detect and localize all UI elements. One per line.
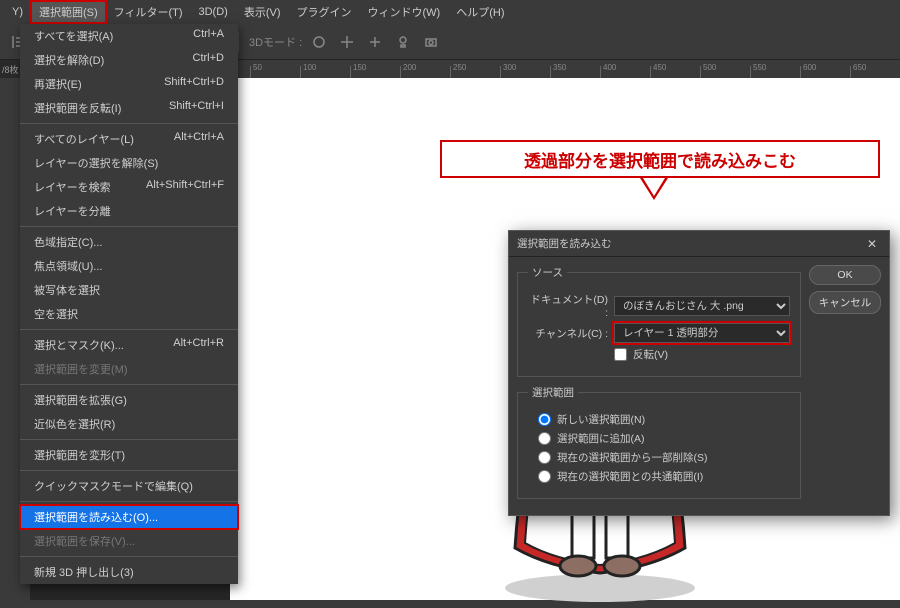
range-fieldset: 選択範囲 新しい選択範囲(N) 選択範囲に追加(A) 現在の選択範囲から一部削除(S… <box>517 385 801 499</box>
menu-plugin[interactable]: プラグイン <box>289 1 360 23</box>
menu-item[interactable]: すべてを選択(A)Ctrl+A <box>20 24 238 48</box>
menu-item[interactable]: クイックマスクモードで編集(Q) <box>20 474 238 498</box>
menu-item[interactable]: 選択範囲を変形(T) <box>20 443 238 467</box>
radio-label: 選択範囲に追加(A) <box>557 431 645 446</box>
menu-item[interactable]: レイヤーを検索Alt+Shift+Ctrl+F <box>20 175 238 199</box>
menu-edge[interactable]: Y) <box>4 3 31 21</box>
close-icon[interactable]: ✕ <box>867 237 881 251</box>
radio-input[interactable] <box>538 470 551 483</box>
orbit-icon[interactable] <box>308 31 330 53</box>
dialog-titlebar[interactable]: 選択範囲を読み込む ✕ <box>509 231 889 257</box>
ok-button[interactable]: OK <box>809 265 881 285</box>
radio-row: 新しい選択範囲(N) <box>538 412 790 427</box>
menu-select[interactable]: 選択範囲(S) <box>31 1 106 23</box>
menu-item[interactable]: 選択範囲を読み込む(O)... <box>20 505 238 529</box>
menu-item[interactable]: 選択範囲を保存(V)... <box>20 529 238 553</box>
menu-item[interactable]: 選択範囲を変更(M) <box>20 357 238 381</box>
document-label: ドキュメント(D) : <box>528 292 608 319</box>
menu-item[interactable]: すべてのレイヤー(L)Alt+Ctrl+A <box>20 127 238 151</box>
menu-item[interactable]: 空を選択 <box>20 302 238 326</box>
annotation-arrow <box>640 178 668 200</box>
radio-label: 現在の選択範囲との共通範囲(I) <box>557 469 703 484</box>
invert-checkbox[interactable] <box>614 348 627 361</box>
menu-view[interactable]: 表示(V) <box>236 1 289 23</box>
radio-label: 新しい選択範囲(N) <box>557 412 645 427</box>
dolly-icon[interactable] <box>364 31 386 53</box>
radio-row: 現在の選択範囲との共通範囲(I) <box>538 469 790 484</box>
menu-item[interactable]: 被写体を選択 <box>20 278 238 302</box>
light-icon[interactable] <box>392 31 414 53</box>
menu-3d[interactable]: 3D(D) <box>191 3 236 21</box>
range-legend: 選択範囲 <box>528 385 578 400</box>
radio-row: 現在の選択範囲から一部削除(S) <box>538 450 790 465</box>
select-menu-dropdown: すべてを選択(A)Ctrl+A選択を解除(D)Ctrl+D再選択(E)Shift… <box>20 24 238 584</box>
invert-label: 反転(V) <box>633 347 668 362</box>
source-legend: ソース <box>528 265 567 280</box>
menu-item[interactable]: 焦点領域(U)... <box>20 254 238 278</box>
menu-item[interactable]: 選択とマスク(K)...Alt+Ctrl+R <box>20 333 238 357</box>
document-select[interactable]: のぼきんおじさん 大 .png <box>614 296 790 316</box>
menu-item[interactable]: レイヤーを分離 <box>20 199 238 223</box>
source-fieldset: ソース ドキュメント(D) : のぼきんおじさん 大 .png チャンネル(C)… <box>517 265 801 377</box>
pan-icon[interactable] <box>336 31 358 53</box>
menu-item[interactable]: 選択範囲を反転(I)Shift+Ctrl+I <box>20 96 238 120</box>
radio-input[interactable] <box>538 413 551 426</box>
menu-item[interactable]: 近似色を選択(R) <box>20 412 238 436</box>
mode-label: 3Dモード : <box>249 34 302 50</box>
menubar: Y) 選択範囲(S) フィルター(T) 3D(D) 表示(V) プラグイン ウィ… <box>0 0 900 24</box>
dialog-title: 選択範囲を読み込む <box>517 236 612 251</box>
cancel-button[interactable]: キャンセル <box>809 291 881 314</box>
radio-row: 選択範囲に追加(A) <box>538 431 790 446</box>
menu-item[interactable]: 新規 3D 押し出し(3) <box>20 560 238 584</box>
menu-window[interactable]: ウィンドウ(W) <box>360 1 449 23</box>
radio-input[interactable] <box>538 451 551 464</box>
menu-help[interactable]: ヘルプ(H) <box>448 1 512 23</box>
menu-item[interactable]: 選択を解除(D)Ctrl+D <box>20 48 238 72</box>
radio-label: 現在の選択範囲から一部削除(S) <box>557 450 708 465</box>
menu-item[interactable]: 再選択(E)Shift+Ctrl+D <box>20 72 238 96</box>
menu-filter[interactable]: フィルター(T) <box>106 1 191 23</box>
annotation-callout: 透過部分を選択範囲で読み込みこむ <box>440 140 880 178</box>
menu-item[interactable]: レイヤーの選択を解除(S) <box>20 151 238 175</box>
channel-select[interactable]: レイヤー 1 透明部分 <box>614 323 790 343</box>
load-selection-dialog: 選択範囲を読み込む ✕ ソース ドキュメント(D) : のぼきんおじさん 大 .… <box>508 230 890 516</box>
menu-item[interactable]: 色域指定(C)... <box>20 230 238 254</box>
radio-input[interactable] <box>538 432 551 445</box>
camera-icon[interactable] <box>420 31 442 53</box>
separator <box>238 32 239 52</box>
menu-item[interactable]: 選択範囲を拡張(G) <box>20 388 238 412</box>
channel-label: チャンネル(C) : <box>528 326 608 341</box>
